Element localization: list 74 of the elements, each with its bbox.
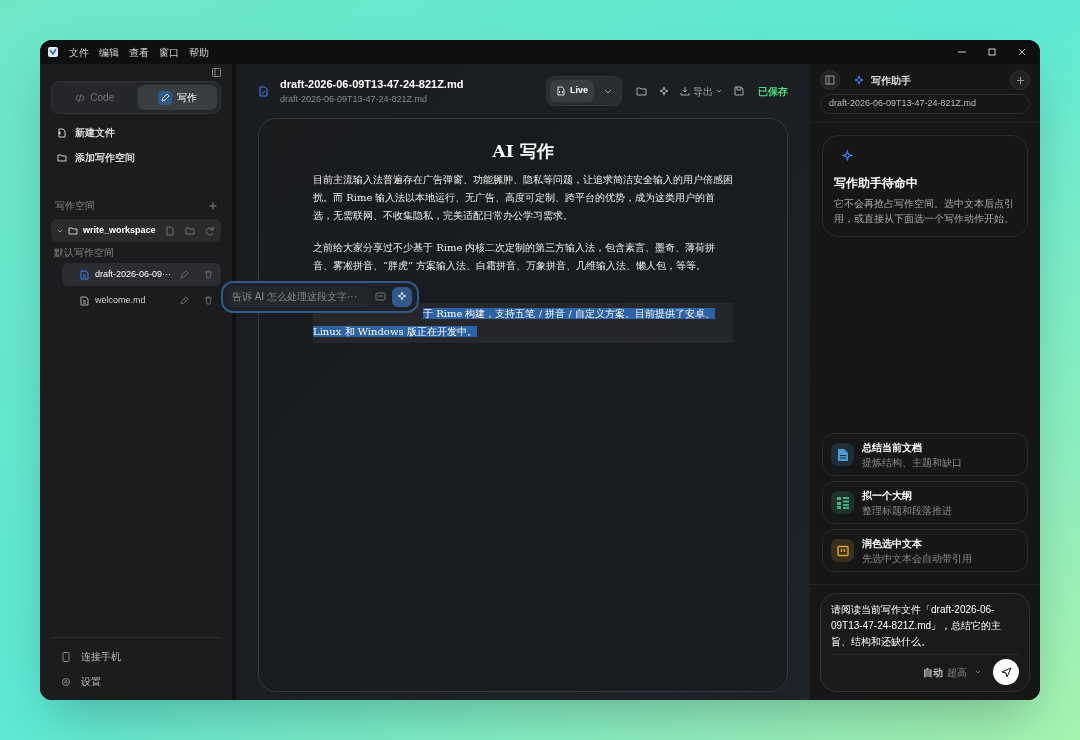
status-text: 它不会再抢占写作空间。选中文本后点引用，或直接从下面选一个写作动作开始。	[834, 196, 1015, 226]
quick-action[interactable]: 拟一个大纲 整理标题和段落推进	[822, 481, 1028, 524]
menu-item[interactable]: 帮助	[189, 44, 209, 60]
sparkle-icon	[854, 74, 865, 86]
sparkle-icon	[396, 291, 408, 302]
file-plus-icon	[57, 127, 67, 138]
new-folder-icon	[185, 225, 195, 236]
paragraph: 目前主流输入法普遍存在广告弹窗、功能臃肿、隐私等问题，让追求简洁安全输入的用户倍感困扰。而 Rime 输入法以本地运行、无广告、高度可定制、跨平台的优势，成为这类用户的首选，无需联网、不收集隐私，完美适配日常办公学习需求。	[313, 172, 733, 223]
chevron-down-icon[interactable]	[604, 87, 612, 95]
maximize-icon[interactable]	[988, 48, 996, 56]
menu-item[interactable]: 编辑	[99, 44, 119, 60]
paragraph: 之前给大家分享过不少基于 Rime 内核二次定制的第三方输入法，包含素言、墨奇、薄荷拼音、雾凇拼音、“胖虎” 方案输入法、白霜拼音、万象拼音、几维输入法、懒人包，等等。	[313, 240, 717, 273]
quick-action[interactable]: 总结当前文档 提炼结构、主题和缺口	[822, 433, 1028, 476]
sidebar-action[interactable]: 新建文件	[51, 122, 221, 143]
sidebar-action[interactable]: 添加写作空间	[51, 147, 221, 168]
pencil-icon	[180, 270, 189, 279]
trash-icon	[204, 270, 213, 279]
pencil-icon	[157, 90, 172, 105]
panel-title: 写作助手	[871, 73, 911, 88]
file-row[interactable]: draft-2026-06-09···	[62, 263, 221, 286]
document-heading: AI 写作	[491, 140, 555, 163]
sidebar-footer-item[interactable]: 设置	[51, 671, 221, 692]
document-path: draft-2026-06-09T13-47-24-821Z.md	[280, 92, 429, 106]
model-mode[interactable]: 自动	[923, 664, 943, 680]
sparkle-icon[interactable]	[659, 85, 670, 97]
phone-icon	[61, 651, 71, 662]
quick-action[interactable]: 润色选中文本 先选中文本会自动带引用	[822, 529, 1028, 572]
folder-icon[interactable]	[636, 86, 647, 96]
code-icon	[75, 92, 86, 103]
minimize-icon[interactable]	[958, 48, 966, 56]
file-icon	[80, 295, 89, 306]
folder-icon	[57, 152, 67, 163]
close-icon[interactable]	[1018, 48, 1026, 56]
menu-item[interactable]: 窗口	[159, 44, 179, 60]
ai-send-button[interactable]	[392, 286, 412, 307]
workspace-row[interactable]: write_workspace	[51, 219, 221, 242]
status-title: 写作助手待命中	[834, 174, 919, 192]
refresh-icon	[205, 225, 215, 236]
section-title: 写作空间	[55, 199, 95, 213]
new-chat-button[interactable]	[1010, 70, 1030, 90]
add-icon[interactable]	[209, 201, 217, 210]
menu-item[interactable]: 文件	[69, 44, 89, 60]
chevron-down-icon[interactable]	[975, 669, 981, 675]
file-row[interactable]: welcome.md	[62, 289, 221, 312]
new-file-icon	[165, 225, 175, 236]
menu-item[interactable]: 查看	[129, 44, 149, 60]
plus-icon	[1015, 75, 1025, 85]
sparkle-icon	[842, 149, 854, 162]
mode-tab[interactable]: 写作	[137, 85, 217, 110]
sidebar-footer-item[interactable]: 连接手机	[51, 646, 221, 667]
paragraph: 于 Rime 构建，支持五笔 / 拼音 / 自定义方案。目前提供了安卓、Linux 和 Windows 版正在开发中。	[313, 302, 733, 343]
download-icon	[680, 86, 690, 96]
folder-icon	[68, 225, 78, 236]
ai-prompt-field[interactable]: 告诉 AI 怎么处理这段文字···	[228, 285, 369, 308]
document-title: draft-2026-06-09T13-47-24-821Z.md	[280, 77, 464, 92]
save-status: 已保存	[758, 84, 788, 99]
send-button[interactable]	[993, 659, 1019, 685]
sidebar-toggle-icon[interactable]	[212, 68, 221, 77]
model-level[interactable]: 超高	[947, 664, 967, 680]
chat-input[interactable]: 请阅读当前写作文件「draft-2026-06-09T13-47-24-821Z.md」，总结它的主旨、结构和还缺什么。 自动 超高	[820, 593, 1030, 692]
workspace-subtitle: 默认写作空间	[54, 246, 115, 260]
panel-toggle-icon[interactable]	[820, 70, 840, 90]
send-icon	[1000, 666, 1012, 678]
save-icon[interactable]	[734, 86, 744, 96]
edit-file-icon	[258, 85, 269, 97]
comment-icon[interactable]	[375, 291, 386, 302]
trash-icon	[204, 296, 213, 305]
pencil-icon	[180, 296, 189, 305]
app-logo-icon	[48, 47, 58, 57]
chat-input-text: 请阅读当前写作文件「draft-2026-06-09T13-47-24-821Z.md」，总结它的主旨、结构和还缺什么。	[831, 603, 1003, 649]
file-icon	[80, 269, 89, 280]
view-mode-button[interactable]: Live	[550, 80, 594, 102]
chevron-down-icon	[716, 88, 722, 94]
export-button[interactable]: 导出	[680, 83, 722, 99]
